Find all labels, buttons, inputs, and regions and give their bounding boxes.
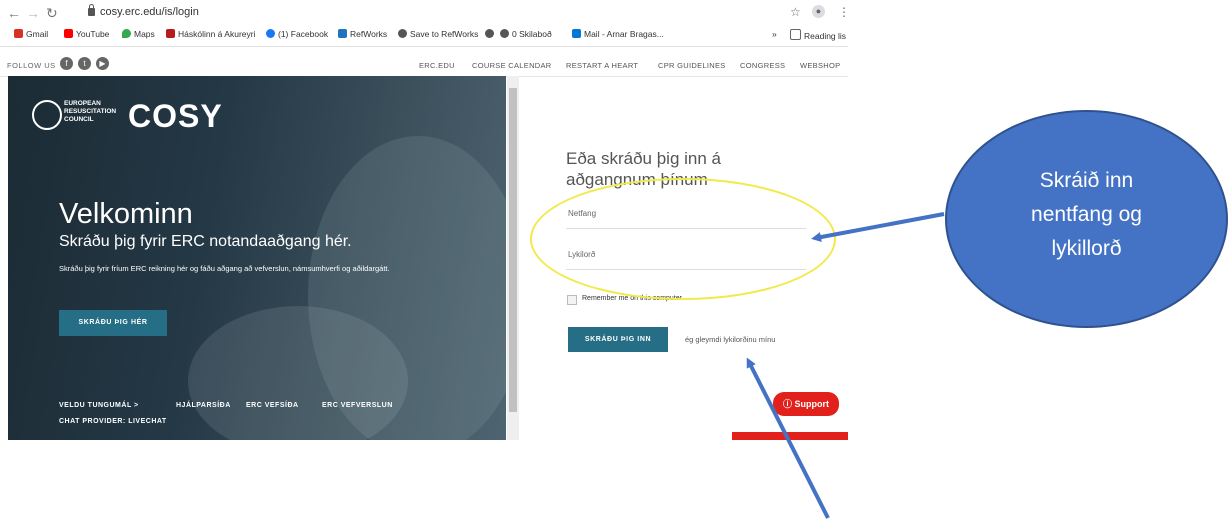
arrow-to-fields	[811, 212, 945, 242]
arrow-to-forgot	[746, 357, 830, 519]
callout-text: Skráið inn nentfang og lykillorð	[1031, 169, 1142, 260]
annotation-callout: Skráið inn nentfang og lykillorð	[945, 110, 1228, 328]
